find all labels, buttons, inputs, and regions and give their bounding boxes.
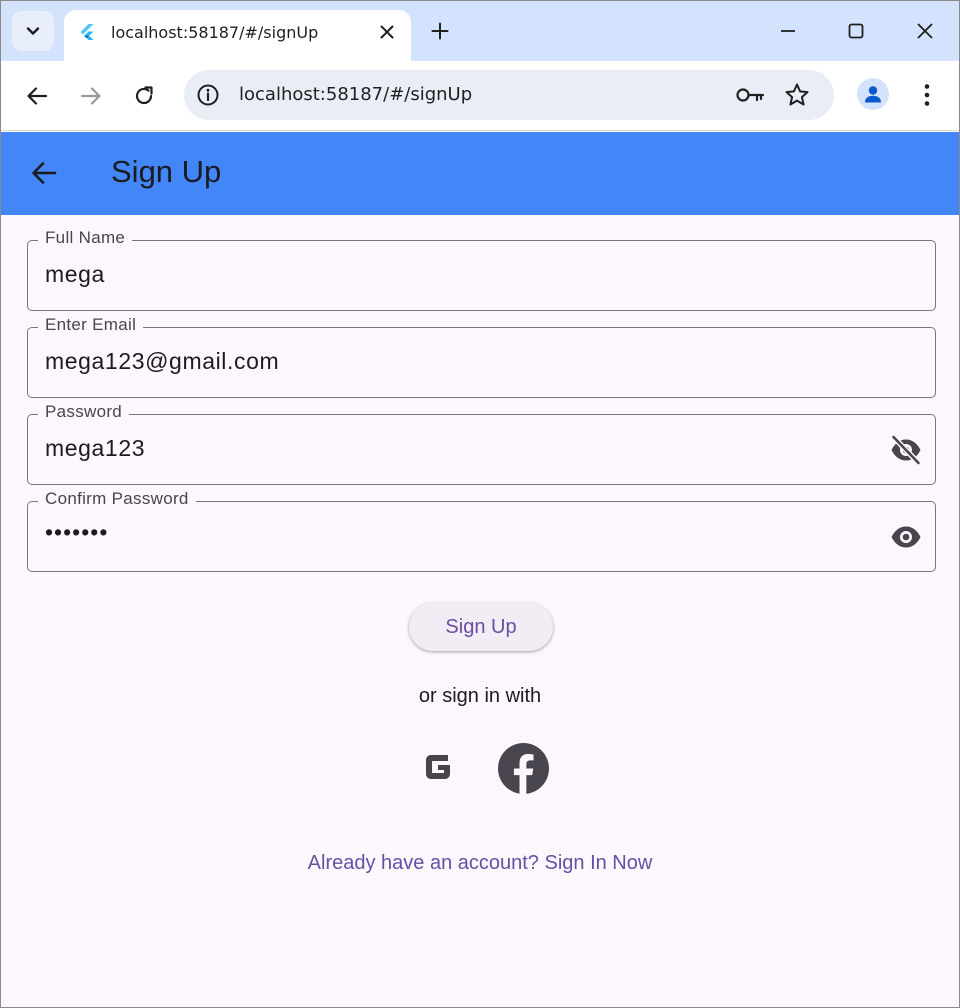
arrow-left-icon: [27, 87, 48, 105]
forward-button[interactable]: [77, 82, 105, 110]
or-sign-in-with-text: or sign in with: [418, 685, 542, 707]
browser-window: localhost:58187/#/signUp localhost:58187…: [0, 0, 960, 1008]
full-name-label: Full Name: [38, 228, 133, 248]
maximize-button[interactable]: [842, 17, 870, 45]
close-icon: [380, 25, 394, 39]
sign-in-now-link[interactable]: Already have an account? Sign In Now: [1, 852, 959, 875]
app-bar: Sign Up: [1, 132, 959, 215]
maximize-icon: [848, 23, 864, 39]
tab-search-button[interactable]: [12, 11, 54, 51]
key-icon[interactable]: [735, 83, 765, 107]
back-button[interactable]: [23, 82, 51, 110]
eye-icon[interactable]: [889, 520, 923, 554]
minimize-icon: [781, 30, 795, 32]
full-name-field[interactable]: Full Name mega: [27, 228, 936, 311]
eye-off-icon[interactable]: [889, 433, 923, 467]
minimize-button[interactable]: [774, 17, 802, 45]
url-text[interactable]: localhost:58187/#/signUp: [239, 84, 472, 105]
browser-toolbar: localhost:58187/#/signUp: [1, 61, 959, 131]
password-label: Password: [38, 402, 130, 422]
signup-button-label: Sign Up: [445, 615, 517, 638]
password-field[interactable]: Password mega123: [27, 402, 936, 485]
address-bar[interactable]: localhost:58187/#/signUp: [184, 70, 834, 120]
password-value[interactable]: mega123: [45, 435, 145, 462]
chevron-down-icon: [26, 27, 40, 35]
tab-title: localhost:58187/#/signUp: [111, 23, 319, 42]
email-value[interactable]: mega123@gmail.com: [45, 348, 279, 375]
browser-tab[interactable]: localhost:58187/#/signUp: [64, 10, 411, 62]
star-icon[interactable]: [784, 82, 810, 108]
tab-close-button[interactable]: [376, 21, 398, 43]
plus-icon: [431, 22, 449, 40]
google-icon[interactable]: [422, 751, 454, 783]
confirm-password-value[interactable]: •••••••: [45, 519, 108, 546]
email-label: Enter Email: [38, 315, 144, 335]
person-icon: [865, 86, 881, 103]
arrow-back-icon[interactable]: [29, 158, 59, 188]
close-icon: [917, 23, 933, 39]
flutter-icon: [80, 24, 94, 40]
arrow-right-icon: [80, 87, 101, 105]
email-field[interactable]: Enter Email mega123@gmail.com: [27, 315, 936, 398]
more-vert-icon: [924, 84, 930, 106]
tab-strip: localhost:58187/#/signUp: [1, 1, 959, 62]
page-title: Sign Up: [111, 154, 222, 189]
facebook-icon[interactable]: [498, 743, 549, 794]
info-icon[interactable]: [196, 83, 220, 107]
close-window-button[interactable]: [911, 17, 939, 45]
confirm-password-label: Confirm Password: [38, 489, 196, 509]
signup-button[interactable]: Sign Up: [409, 603, 553, 651]
profile-button[interactable]: [857, 78, 889, 110]
browser-menu-button[interactable]: [915, 81, 939, 109]
reload-button[interactable]: [130, 82, 158, 110]
reload-icon: [135, 86, 153, 105]
new-tab-button[interactable]: [427, 18, 453, 44]
full-name-value[interactable]: mega: [45, 261, 105, 288]
confirm-password-field[interactable]: Confirm Password •••••••: [27, 489, 936, 572]
